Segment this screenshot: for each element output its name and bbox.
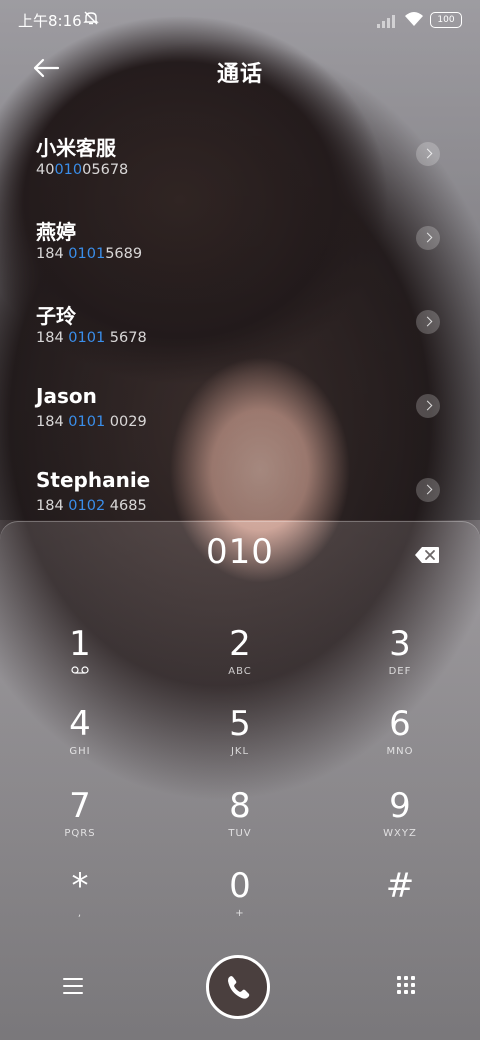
- key-0[interactable]: 0 +: [200, 866, 280, 938]
- dialer-actions: [0, 950, 480, 1030]
- contact-name: 子玲: [36, 304, 76, 328]
- battery-icon: 100: [430, 12, 462, 28]
- menu-icon[interactable]: [63, 978, 83, 994]
- header: 通话: [0, 48, 480, 92]
- contact-name: 燕婷: [36, 220, 76, 244]
- key-6[interactable]: 6 MNO: [360, 704, 440, 776]
- contact-number: 184 0102 4685: [36, 498, 147, 514]
- status-time: 上午8:16: [18, 12, 82, 30]
- list-item[interactable]: 子玲 184 0101 5678: [0, 288, 480, 372]
- chevron-right-icon[interactable]: [416, 226, 440, 250]
- dialed-number[interactable]: 010: [0, 532, 480, 572]
- contact-name: Jason: [36, 384, 97, 408]
- voicemail-icon: [40, 666, 120, 677]
- key-hash[interactable]: #: [360, 866, 440, 938]
- list-item[interactable]: 小米客服 4001005678: [0, 120, 480, 204]
- signal-icon: [376, 13, 396, 32]
- contact-number: 184 01015689: [36, 246, 143, 262]
- key-3[interactable]: 3 DEF: [360, 624, 440, 696]
- contact-list: 小米客服 4001005678 燕婷 184 01015689 子玲 184 0…: [0, 120, 480, 540]
- key-9[interactable]: 9 WXYZ: [360, 786, 440, 858]
- list-item[interactable]: Jason 184 0101 0029: [0, 372, 480, 456]
- key-star[interactable]: * ,: [40, 866, 120, 938]
- list-item[interactable]: 燕婷 184 01015689: [0, 204, 480, 288]
- call-button[interactable]: [206, 955, 270, 1019]
- mute-icon: [83, 10, 99, 30]
- key-5[interactable]: 5 JKL: [200, 704, 280, 776]
- chevron-right-icon[interactable]: [416, 394, 440, 418]
- key-8[interactable]: 8 TUV: [200, 786, 280, 858]
- chevron-right-icon[interactable]: [416, 478, 440, 502]
- backspace-icon[interactable]: [414, 546, 440, 564]
- keypad-icon[interactable]: [397, 976, 417, 996]
- status-bar: 上午8:16 100: [0, 0, 480, 40]
- contact-number: 4001005678: [36, 162, 129, 178]
- wifi-icon: [404, 11, 424, 31]
- key-2[interactable]: 2 ABC: [200, 624, 280, 696]
- contact-number: 184 0101 0029: [36, 414, 147, 430]
- chevron-right-icon[interactable]: [416, 142, 440, 166]
- key-1[interactable]: 1: [40, 624, 120, 696]
- contact-number: 184 0101 5678: [36, 330, 147, 346]
- key-7[interactable]: 7 PQRS: [40, 786, 120, 858]
- page-title: 通话: [216, 62, 263, 87]
- chevron-right-icon[interactable]: [416, 310, 440, 334]
- contact-name: 小米客服: [36, 136, 116, 160]
- key-4[interactable]: 4 GHI: [40, 704, 120, 776]
- contact-name: Stephanie: [36, 468, 151, 492]
